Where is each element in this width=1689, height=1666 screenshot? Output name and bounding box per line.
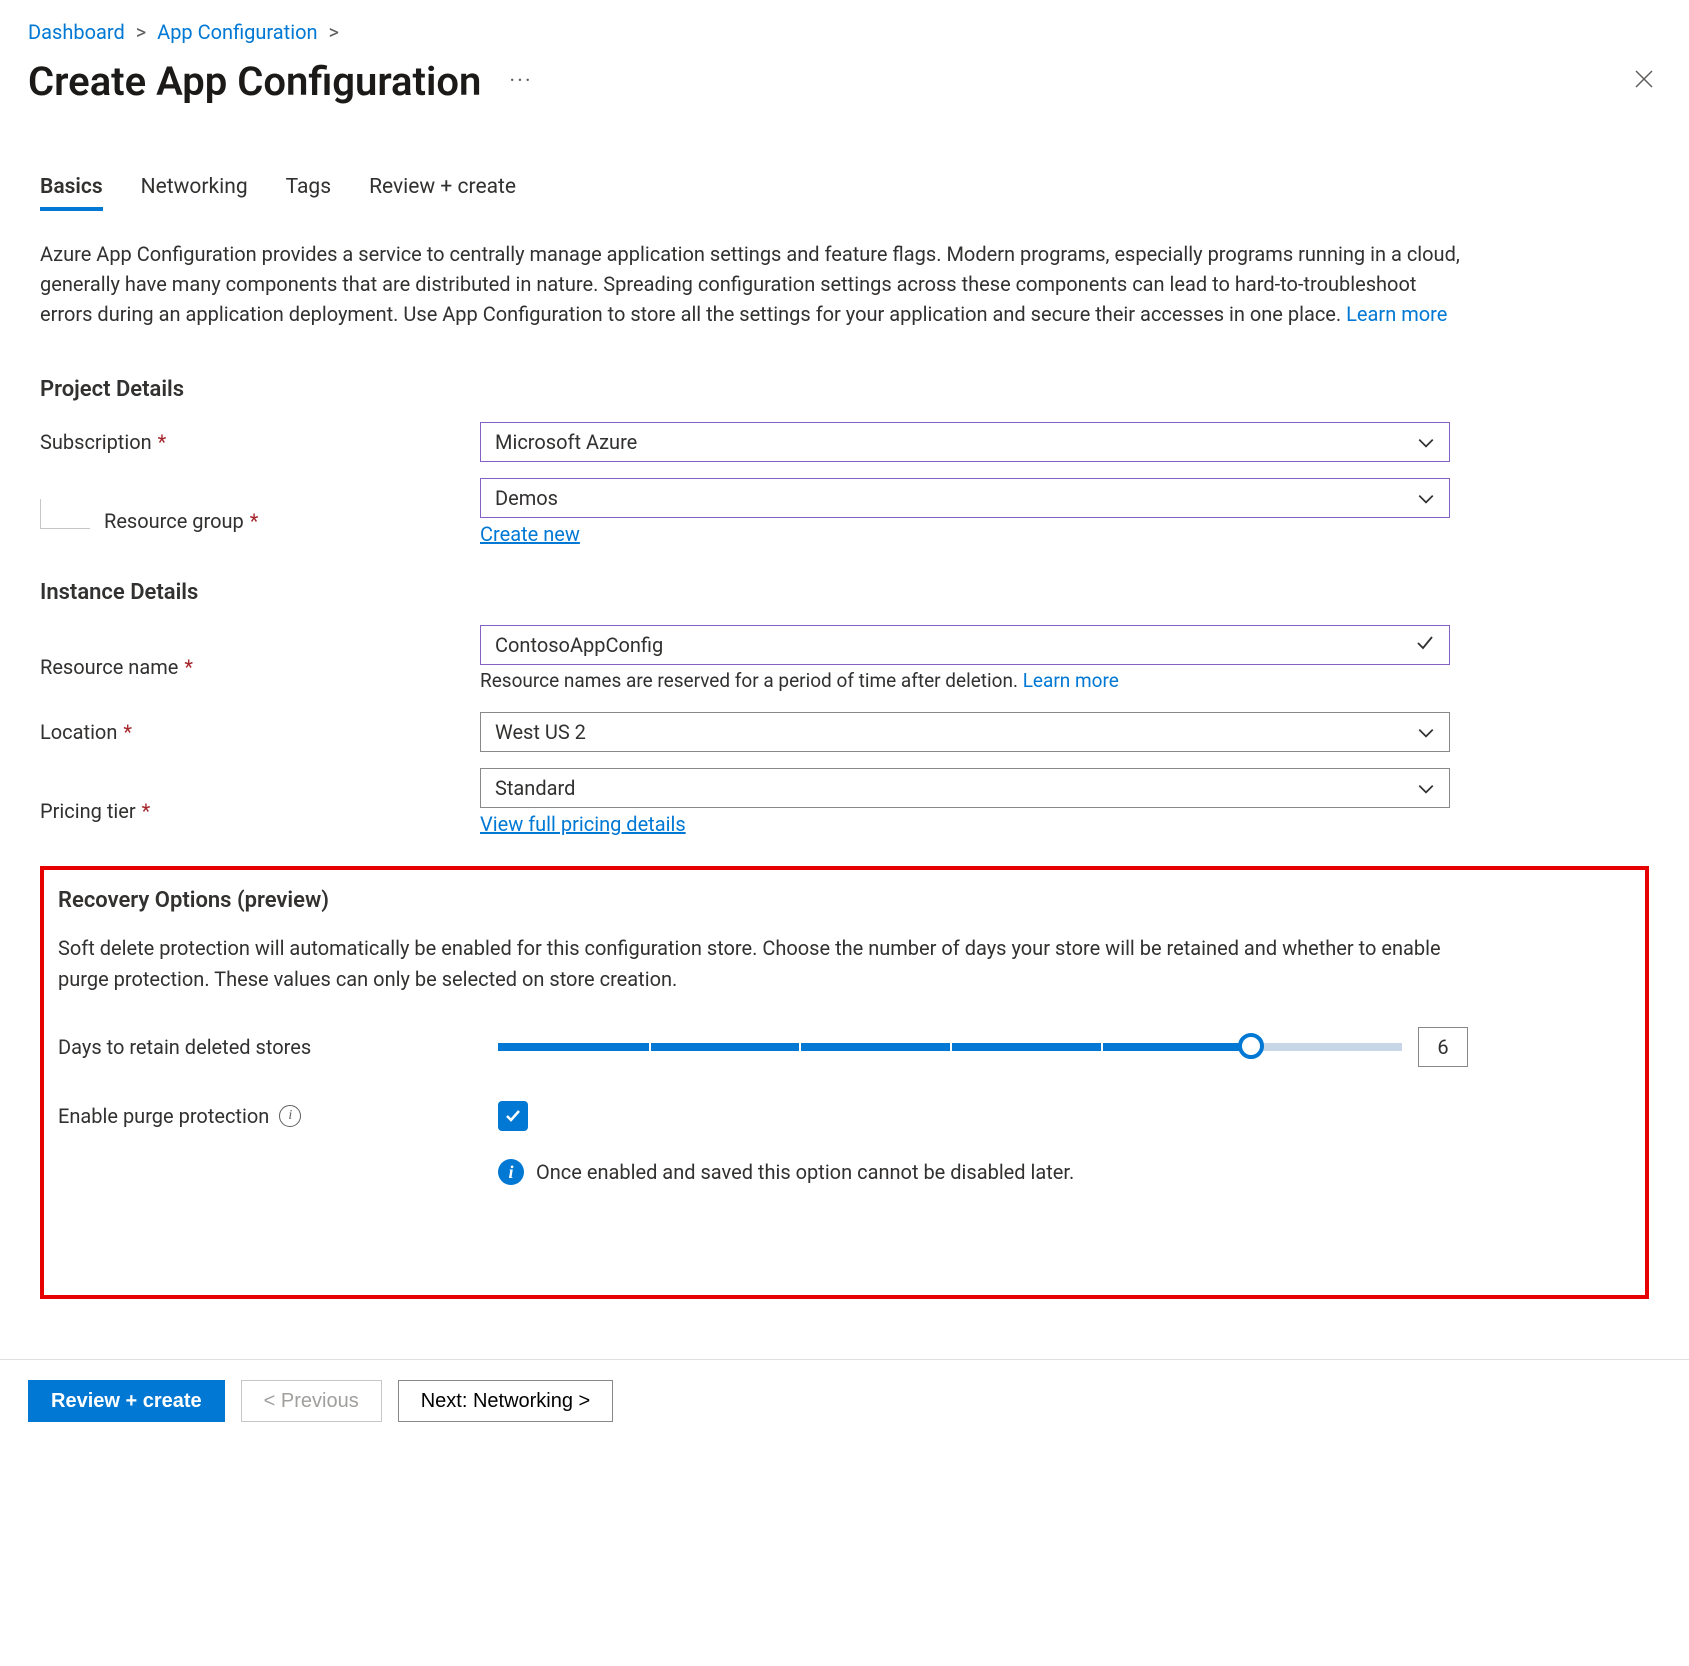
section-recovery-options: Recovery Options (preview) bbox=[58, 888, 1631, 913]
more-actions-icon[interactable]: ··· bbox=[509, 69, 532, 94]
close-icon[interactable] bbox=[1627, 62, 1661, 101]
purge-protection-checkbox[interactable] bbox=[498, 1101, 528, 1131]
subscription-select[interactable]: Microsoft Azure bbox=[480, 422, 1450, 462]
intro-learn-more-link[interactable]: Learn more bbox=[1346, 302, 1447, 326]
location-select[interactable]: West US 2 bbox=[480, 712, 1450, 752]
days-retain-slider[interactable] bbox=[498, 1043, 1402, 1051]
subscription-label: Subscription* bbox=[40, 430, 480, 454]
tab-basics[interactable]: Basics bbox=[40, 175, 103, 211]
chevron-down-icon bbox=[1417, 433, 1435, 451]
slider-thumb[interactable] bbox=[1238, 1033, 1264, 1059]
info-icon[interactable]: i bbox=[279, 1105, 301, 1127]
tab-review-create[interactable]: Review + create bbox=[369, 175, 516, 211]
section-project-details: Project Details bbox=[40, 377, 1649, 402]
breadcrumb: Dashboard > App Configuration > bbox=[28, 20, 1661, 44]
tab-networking[interactable]: Networking bbox=[141, 175, 248, 211]
recovery-description: Soft delete protection will automaticall… bbox=[58, 933, 1478, 995]
tab-tags[interactable]: Tags bbox=[286, 175, 331, 211]
next-button[interactable]: Next: Networking > bbox=[398, 1380, 614, 1422]
purge-info-text: Once enabled and saved this option canno… bbox=[536, 1160, 1074, 1184]
resource-group-label: Resource group* bbox=[40, 509, 480, 533]
resource-name-helper: Resource names are reserved for a period… bbox=[480, 669, 1450, 692]
footer-actions: Review + create < Previous Next: Network… bbox=[28, 1360, 1661, 1448]
resource-name-label: Resource name* bbox=[40, 655, 480, 679]
chevron-right-icon: > bbox=[136, 20, 146, 44]
page-title: Create App Configuration bbox=[28, 58, 481, 105]
chevron-down-icon bbox=[1417, 779, 1435, 797]
tabs: Basics Networking Tags Review + create bbox=[40, 175, 1649, 211]
previous-button: < Previous bbox=[241, 1380, 382, 1422]
location-label: Location* bbox=[40, 720, 480, 744]
days-retain-label: Days to retain deleted stores bbox=[58, 1035, 498, 1059]
review-create-button[interactable]: Review + create bbox=[28, 1380, 225, 1422]
resource-name-learn-more-link[interactable]: Learn more bbox=[1023, 669, 1119, 692]
checkmark-icon bbox=[1415, 633, 1435, 658]
section-instance-details: Instance Details bbox=[40, 580, 1649, 605]
days-retain-value[interactable]: 6 bbox=[1418, 1027, 1468, 1067]
breadcrumb-dashboard[interactable]: Dashboard bbox=[28, 20, 125, 44]
recovery-options-section: Recovery Options (preview) Soft delete p… bbox=[40, 866, 1649, 1299]
chevron-right-icon: > bbox=[329, 20, 339, 44]
create-new-link[interactable]: Create new bbox=[480, 522, 580, 546]
chevron-down-icon bbox=[1417, 489, 1435, 507]
pricing-details-link[interactable]: View full pricing details bbox=[480, 812, 686, 836]
checkmark-icon bbox=[503, 1106, 523, 1126]
pricing-tier-label: Pricing tier* bbox=[40, 799, 480, 823]
chevron-down-icon bbox=[1417, 723, 1435, 741]
breadcrumb-app-configuration[interactable]: App Configuration bbox=[157, 20, 317, 44]
resource-name-input[interactable]: ContosoAppConfig bbox=[480, 625, 1450, 665]
info-icon: i bbox=[498, 1159, 524, 1185]
resource-group-select[interactable]: Demos bbox=[480, 478, 1450, 518]
pricing-tier-select[interactable]: Standard bbox=[480, 768, 1450, 808]
purge-protection-label: Enable purge protection i bbox=[58, 1104, 498, 1128]
intro-text: Azure App Configuration provides a servi… bbox=[40, 239, 1470, 329]
